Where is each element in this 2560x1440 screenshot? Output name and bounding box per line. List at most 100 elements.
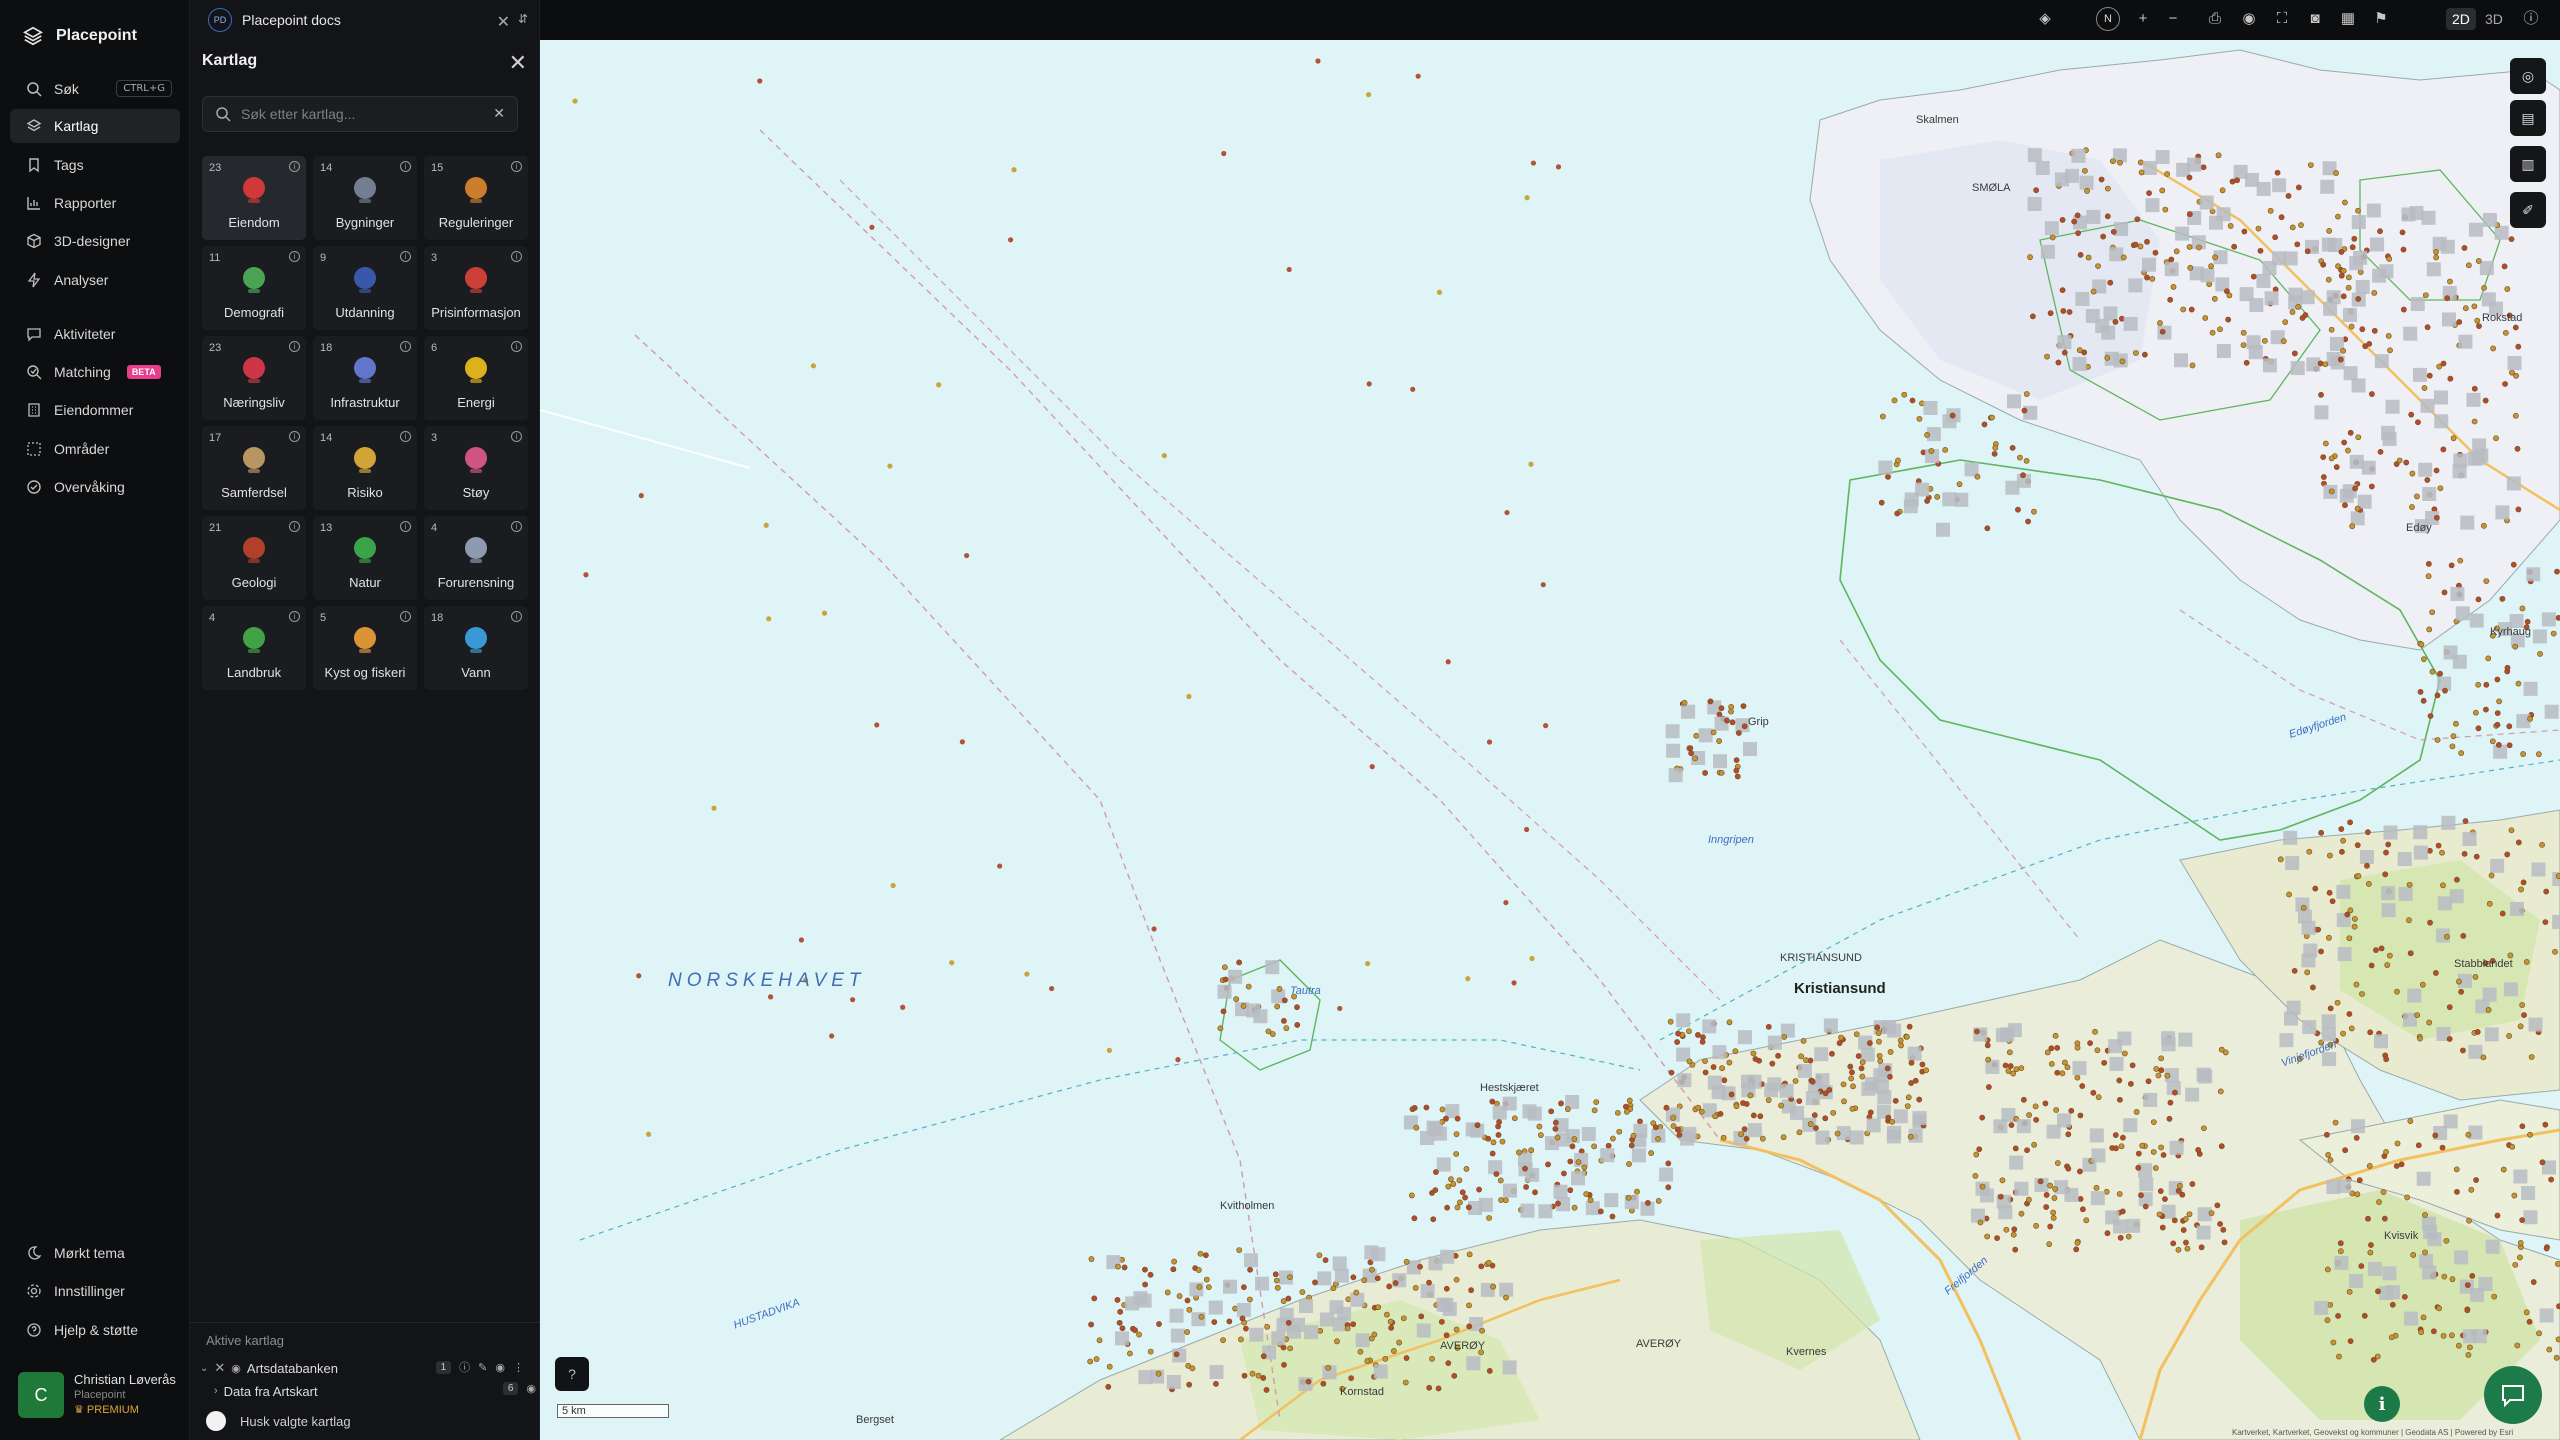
layer-category-tile[interactable]: 6 i Energi — [424, 336, 528, 420]
layer-category-tile[interactable]: 18 i Vann — [424, 606, 528, 690]
layer-category-tile[interactable]: 15 i Reguleringer — [424, 156, 528, 240]
info-button[interactable]: i — [2364, 1386, 2400, 1422]
layer-category-tile[interactable]: 11 i Demografi — [202, 246, 306, 330]
close-icon[interactable]: ✕ — [497, 12, 510, 32]
pin-icon — [243, 177, 265, 203]
brand[interactable]: Placepoint — [22, 22, 137, 50]
layer-category-tile[interactable]: 3 i Prisinformasjon — [424, 246, 528, 330]
map-canvas[interactable]: NORSKEHAVET Kristiansund KRISTIANSUND SM… — [540, 40, 2560, 1440]
nav-item-activities[interactable]: Aktiviteter — [10, 317, 180, 351]
layer-category-tile[interactable]: 21 i Geologi — [202, 516, 306, 600]
map-help-button[interactable]: ? — [555, 1357, 589, 1391]
info-icon[interactable]: i — [400, 251, 411, 262]
nav-item-analyses[interactable]: Analyser — [10, 263, 180, 297]
nav-item-reports[interactable]: Rapporter — [10, 186, 180, 220]
eye-icon[interactable]: ◉ — [2240, 10, 2258, 28]
nav-item-help[interactable]: Hjelp & støtte — [10, 1313, 180, 1347]
layer-category-tile[interactable]: 14 i Risiko — [313, 426, 417, 510]
info-icon[interactable]: ⓘ — [459, 1359, 470, 1375]
info-icon[interactable]: i — [511, 161, 522, 172]
info-icon[interactable]: i — [400, 341, 411, 352]
zoom-in-button[interactable]: + — [2134, 10, 2152, 28]
info-icon[interactable]: i — [511, 611, 522, 622]
map-tool-measure[interactable]: ▤ — [2510, 100, 2546, 136]
layer-category-tile[interactable]: 18 i Infrastruktur — [313, 336, 417, 420]
layer-category-tile[interactable]: 14 i Bygninger — [313, 156, 417, 240]
mode-3d-button[interactable]: 3D — [2479, 8, 2509, 30]
info-icon[interactable]: i — [289, 611, 300, 622]
nav-item-monitoring[interactable]: Overvåking — [10, 470, 180, 504]
layer-category-tile[interactable]: 23 i Eiendom — [202, 156, 306, 240]
info-icon[interactable]: i — [400, 611, 411, 622]
mode-2d-button[interactable]: 2D — [2446, 8, 2476, 30]
layer-category-tile[interactable]: 17 i Samferdsel — [202, 426, 306, 510]
chevron-updown-icon[interactable]: ⇵ — [518, 12, 528, 26]
nav-item-matching[interactable]: Matching BETA — [10, 355, 180, 389]
layer-search-input[interactable] — [241, 106, 481, 122]
info-icon[interactable]: ⓘ — [2522, 10, 2540, 28]
poi-square — [2382, 431, 2397, 446]
poi-dot — [2162, 1196, 2168, 1202]
nav-item-3d-designer[interactable]: 3D-designer — [10, 224, 180, 258]
info-icon[interactable]: i — [400, 161, 411, 172]
chevron-down-icon[interactable]: ⌄ — [200, 1363, 208, 1374]
map-tool-layers[interactable]: ◎ — [2510, 58, 2546, 94]
layer-category-tile[interactable]: 4 i Forurensning — [424, 516, 528, 600]
info-icon[interactable]: i — [289, 431, 300, 442]
info-icon[interactable]: i — [400, 431, 411, 442]
layer-category-tile[interactable]: 4 i Landbruk — [202, 606, 306, 690]
nav-item-layers[interactable]: Kartlag — [10, 109, 180, 143]
info-icon[interactable]: i — [400, 521, 411, 532]
info-icon[interactable]: i — [289, 521, 300, 532]
poi-dot — [1195, 1267, 1202, 1273]
active-layer-item[interactable]: › Data fra Artskart 6 ◉ — [214, 1380, 536, 1402]
info-icon[interactable]: i — [511, 521, 522, 532]
layer-search[interactable]: ✕ — [202, 96, 518, 132]
nav-item-dark-theme[interactable]: Mørkt tema — [10, 1236, 180, 1270]
visibility-icon[interactable]: ◉ — [495, 1361, 505, 1374]
toggle-switch[interactable] — [206, 1411, 226, 1431]
nav-item-settings[interactable]: Innstillinger — [10, 1274, 180, 1308]
layer-category-tile[interactable]: 5 i Kyst og fiskeri — [313, 606, 417, 690]
nav-item-search[interactable]: Søk CTRL+G — [10, 72, 180, 106]
layer-category-tile[interactable]: 13 i Natur — [313, 516, 417, 600]
more-icon[interactable]: ⋮ — [513, 1361, 524, 1374]
info-icon[interactable]: i — [289, 161, 300, 172]
info-icon[interactable]: i — [511, 251, 522, 262]
info-icon[interactable]: i — [289, 341, 300, 352]
layer-category-tile[interactable]: 23 i Næringsliv — [202, 336, 306, 420]
info-icon[interactable]: i — [289, 251, 300, 262]
panel-close-icon[interactable]: ✕ — [509, 50, 527, 76]
nav-item-properties[interactable]: Eiendommer — [10, 393, 180, 427]
poi-dot — [2353, 981, 2360, 988]
layer-category-tile[interactable]: 3 i Støy — [424, 426, 528, 510]
nav-item-areas[interactable]: Områder — [10, 432, 180, 466]
chevron-right-icon[interactable]: › — [214, 1385, 218, 1397]
poi-dot — [1528, 1147, 1535, 1154]
map-tool-chart[interactable]: ▥ — [2510, 146, 2546, 182]
print-icon[interactable]: ⎙ — [2206, 10, 2224, 28]
remember-layers-toggle[interactable]: Husk valgte kartlag — [206, 1411, 351, 1431]
info-icon[interactable]: i — [511, 431, 522, 442]
layers-stack-icon[interactable]: ◈ — [2036, 10, 2054, 28]
bookmark-icon[interactable]: ⚑ — [2372, 10, 2390, 28]
active-layer-group[interactable]: ⌄ ✕ ◉ Artsdatabanken 1 ⓘ ✎ ◉ ⋮ — [200, 1357, 530, 1379]
layer-category-tile[interactable]: 9 i Utdanning — [313, 246, 417, 330]
grid-icon[interactable]: ▦ — [2339, 10, 2357, 28]
edit-icon[interactable]: ✎ — [478, 1361, 487, 1374]
info-icon[interactable]: i — [511, 341, 522, 352]
camera-icon[interactable]: ◙ — [2306, 10, 2324, 28]
compass-button[interactable]: N — [2096, 7, 2120, 31]
fullscreen-icon[interactable]: ⛶ — [2273, 10, 2291, 28]
map-tool-draw[interactable]: ✐ — [2510, 192, 2546, 228]
remove-layer-icon[interactable]: ✕ — [214, 1360, 225, 1376]
document-selector[interactable]: PD Placepoint docs ✕ ⇵ — [190, 0, 540, 40]
zoom-out-button[interactable]: − — [2164, 10, 2182, 28]
visibility-icon[interactable]: ◉ — [526, 1382, 536, 1395]
chat-button[interactable] — [2484, 1366, 2542, 1424]
poi-dot — [2342, 199, 2348, 206]
user-profile[interactable]: C Christian Løverås Placepoint ♛ PREMIUM — [18, 1372, 176, 1418]
clear-search-icon[interactable]: ✕ — [493, 105, 505, 122]
poi-dot — [2368, 962, 2375, 969]
nav-item-tags[interactable]: Tags — [10, 148, 180, 182]
